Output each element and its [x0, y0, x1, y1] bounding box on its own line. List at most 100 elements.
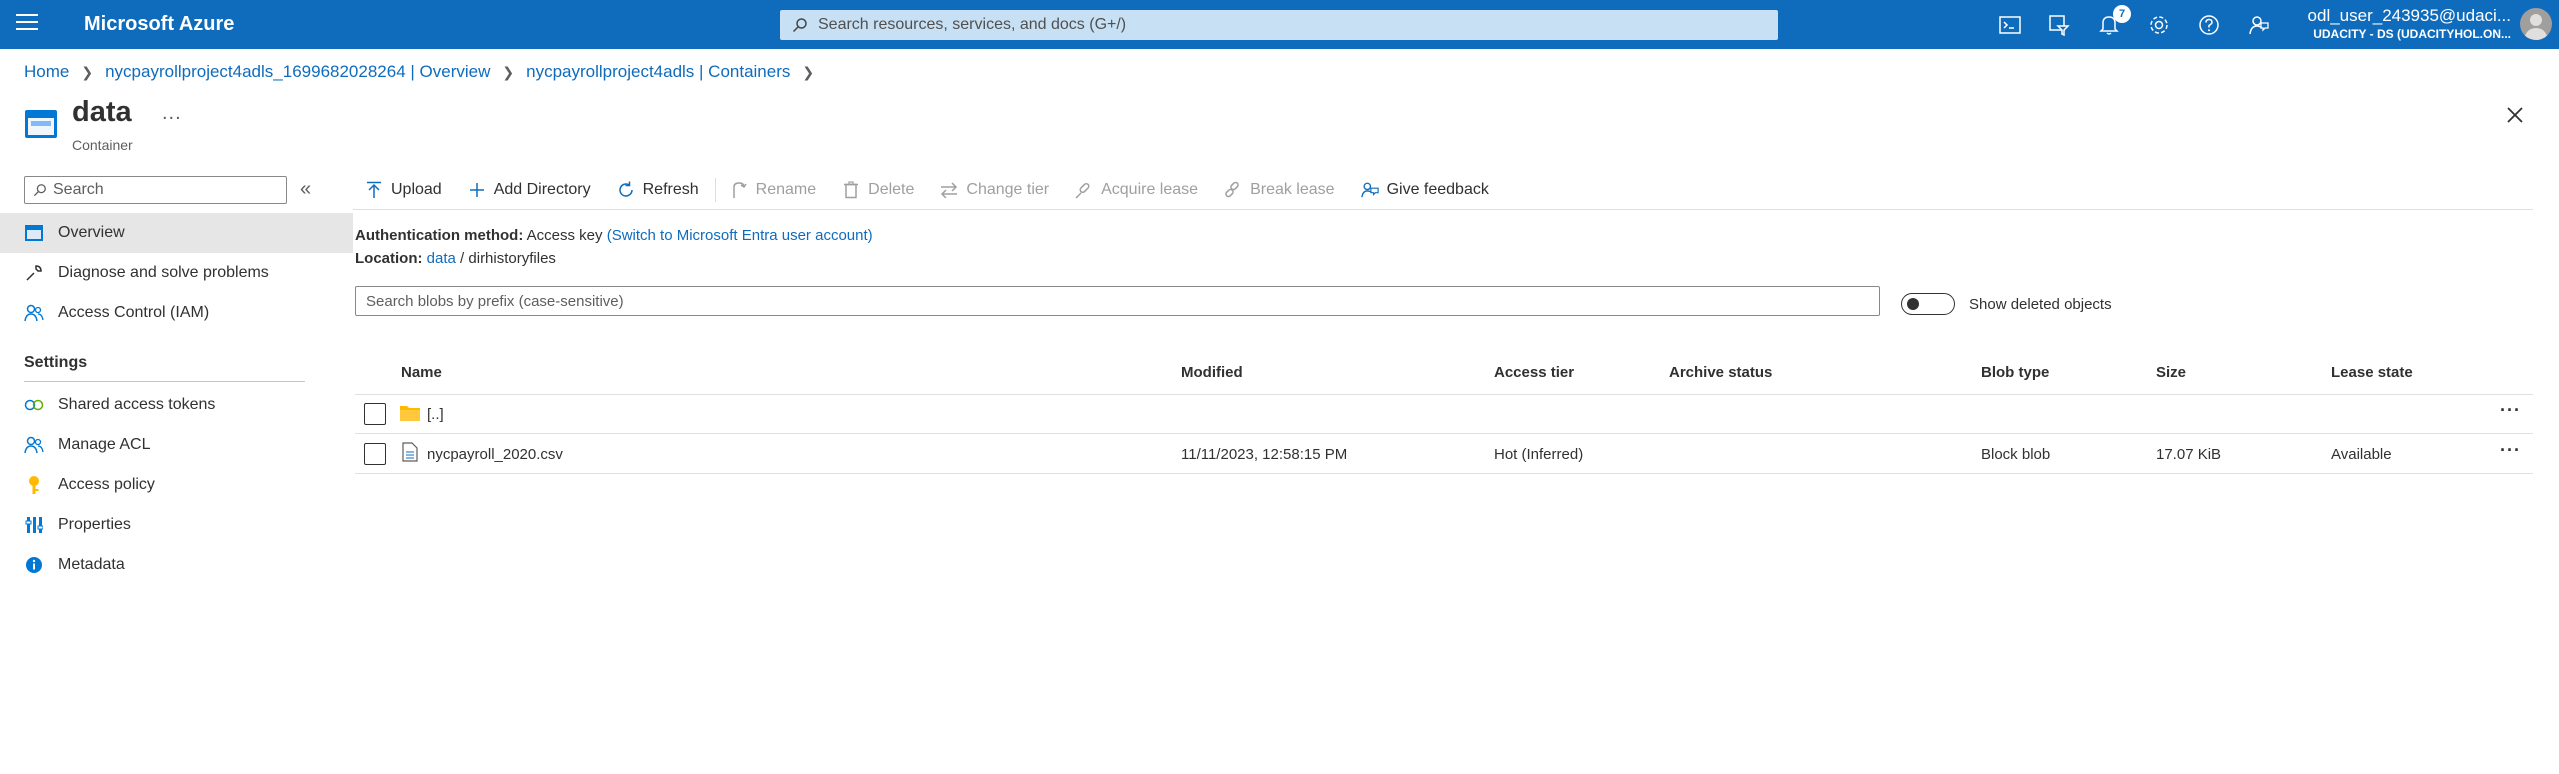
change-tier-button[interactable]: Change tier	[940, 181, 1049, 199]
refresh-icon	[617, 181, 635, 199]
more-actions-button[interactable]: ...	[162, 102, 182, 125]
container-icon	[25, 110, 57, 138]
upload-button[interactable]: Upload	[365, 181, 442, 199]
location-separator: /	[460, 250, 465, 267]
column-header-modified[interactable]: Modified	[1181, 364, 1243, 381]
notifications-icon[interactable]: 7	[2096, 5, 2131, 38]
chevron-right-icon: ❯	[81, 63, 94, 80]
location-container-link[interactable]: data	[427, 250, 456, 267]
show-deleted-label: Show deleted objects	[1969, 296, 2112, 313]
sidebar-search[interactable]	[24, 176, 287, 204]
blob-name[interactable]: nycpayroll_2020.csv	[427, 446, 563, 463]
break-lease-label: Break lease	[1250, 181, 1335, 198]
sidebar-item-diagnose[interactable]: Diagnose and solve problems	[0, 253, 353, 293]
overview-icon	[24, 223, 44, 243]
search-icon	[792, 18, 807, 33]
column-header-name[interactable]: Name	[401, 364, 442, 381]
chevron-right-icon: ❯	[802, 63, 815, 80]
divider	[355, 433, 2533, 434]
user-tenant: UDACITY - DS (UDACITYHOL.ON...	[2313, 27, 2511, 41]
column-header-archive-status[interactable]: Archive status	[1669, 364, 1772, 381]
sidebar-item-shared-access-tokens[interactable]: Shared access tokens	[0, 385, 353, 425]
menu-icon[interactable]	[16, 14, 38, 34]
row-checkbox[interactable]	[364, 443, 386, 465]
info-icon	[24, 555, 44, 575]
column-header-blob-type[interactable]: Blob type	[1981, 364, 2049, 381]
give-feedback-label: Give feedback	[1386, 181, 1489, 198]
upload-label: Upload	[391, 181, 442, 198]
user-name: odl_user_243935@udaci...	[2307, 6, 2511, 25]
sidebar-item-iam[interactable]: Access Control (IAM)	[0, 293, 353, 333]
divider	[353, 209, 2533, 210]
row-more-button[interactable]: ···	[2500, 440, 2521, 461]
divider	[24, 381, 305, 382]
sidebar-item-label: Metadata	[58, 556, 125, 573]
auth-method-line: Authentication method: Access key (Switc…	[355, 227, 873, 244]
blob-type: Block blob	[1981, 446, 2051, 463]
trash-icon	[842, 181, 860, 199]
sidebar-item-label: Manage ACL	[58, 436, 151, 453]
blob-prefix-search-input[interactable]	[355, 286, 1880, 316]
wrench-icon	[24, 263, 44, 283]
link-icon	[24, 395, 44, 415]
notification-badge: 7	[2113, 5, 2131, 23]
location-line: Location: data / dirhistoryfiles	[355, 250, 556, 267]
auth-method-value: Access key	[526, 227, 603, 244]
acquire-lease-button[interactable]: Acquire lease	[1075, 181, 1198, 199]
upload-icon	[365, 181, 383, 199]
blob-size: 17.07 KiB	[2156, 446, 2222, 463]
break-lease-button[interactable]: Break lease	[1224, 181, 1335, 199]
sidebar-item-label: Overview	[58, 224, 125, 241]
breadcrumb-containers[interactable]: nycpayrollproject4adls | Containers	[526, 62, 790, 82]
command-bar: Upload Add Directory Refresh Rename Dele…	[353, 170, 1503, 210]
row-more-button[interactable]: ···	[2500, 400, 2521, 421]
rename-button[interactable]: Rename	[730, 181, 816, 199]
show-deleted-toggle[interactable]	[1901, 293, 1955, 315]
directory-filter-icon[interactable]	[2046, 12, 2072, 38]
rename-label: Rename	[755, 181, 817, 198]
account-menu[interactable]: odl_user_243935@udaci... UDACITY - DS (U…	[2306, 6, 2511, 42]
blob-name[interactable]: [..]	[427, 406, 444, 423]
file-icon	[402, 442, 418, 462]
add-directory-button[interactable]: Add Directory	[468, 181, 591, 199]
sidebar-item-overview[interactable]: Overview	[0, 213, 353, 253]
page-title: data	[72, 96, 132, 128]
blob-access-tier: Hot (Inferred)	[1494, 446, 1584, 463]
give-feedback-button[interactable]: Give feedback	[1360, 181, 1489, 199]
column-header-access-tier[interactable]: Access tier	[1494, 364, 1574, 381]
breadcrumb-storage-overview[interactable]: nycpayrollproject4adls_1699682028264 | O…	[105, 62, 490, 82]
gear-icon[interactable]	[2146, 12, 2172, 38]
column-header-size[interactable]: Size	[2156, 364, 2186, 381]
sidebar-item-manage-acl[interactable]: Manage ACL	[0, 425, 353, 465]
switch-auth-link[interactable]: (Switch to Microsoft Entra user account)	[607, 227, 873, 244]
divider	[355, 394, 2533, 395]
toggle-knob	[1907, 298, 1919, 310]
location-folder: dirhistoryfiles	[468, 250, 556, 267]
plus-icon	[468, 181, 486, 199]
sidebar-item-label: Access Control (IAM)	[58, 304, 210, 321]
sidebar-item-access-policy[interactable]: Access policy	[0, 465, 353, 505]
divider	[355, 473, 2533, 474]
collapse-sidebar-icon[interactable]: «	[300, 178, 311, 201]
breadcrumb-home[interactable]: Home	[24, 62, 69, 82]
delete-button[interactable]: Delete	[842, 181, 914, 199]
refresh-button[interactable]: Refresh	[617, 181, 699, 199]
global-search[interactable]	[780, 10, 1778, 40]
sidebar-item-properties[interactable]: Properties	[0, 505, 353, 545]
avatar[interactable]	[2520, 8, 2552, 40]
link-icon	[1075, 181, 1093, 199]
change-tier-label: Change tier	[966, 181, 1050, 198]
feedback-icon	[1360, 181, 1379, 199]
feedback-icon[interactable]	[2246, 12, 2272, 38]
row-checkbox[interactable]	[364, 403, 386, 425]
cloud-shell-icon[interactable]	[1997, 12, 2023, 38]
column-header-lease-state[interactable]: Lease state	[2331, 364, 2413, 381]
close-icon[interactable]	[2504, 104, 2526, 126]
brand-title[interactable]: Microsoft Azure	[84, 13, 234, 36]
sidebar-item-metadata[interactable]: Metadata	[0, 545, 353, 585]
sidebar-item-label: Properties	[58, 516, 131, 533]
help-icon[interactable]	[2196, 12, 2222, 38]
global-search-input[interactable]	[818, 16, 1758, 34]
sidebar-search-input[interactable]	[53, 181, 283, 199]
breadcrumb: Home ❯ nycpayrollproject4adls_1699682028…	[24, 62, 826, 82]
